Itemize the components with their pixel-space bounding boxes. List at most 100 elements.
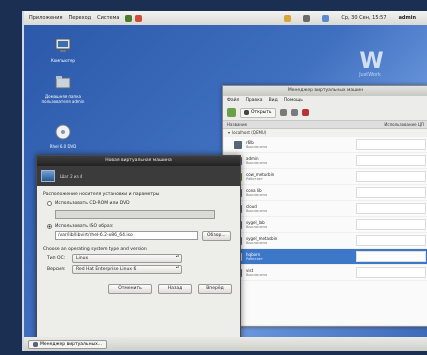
vm-row-selected[interactable]: hqborn Работает	[224, 249, 427, 265]
monitor-icon	[244, 110, 249, 115]
clock[interactable]: Ср, 30 Сен, 15:57	[341, 15, 386, 21]
chevron-down-icon[interactable]: ▾	[228, 130, 230, 135]
iso-radio[interactable]	[47, 224, 52, 229]
vm-icon	[234, 140, 242, 149]
version-select[interactable]: Red Hat Enterprise Linux 6	[72, 265, 182, 274]
vm-status: Выключена	[246, 160, 268, 165]
cpu-graph	[356, 139, 426, 150]
column-name[interactable]: Название	[227, 121, 247, 128]
pause-icon[interactable]	[290, 109, 298, 116]
cdrom-option[interactable]: Использовать CD-ROM или DVD	[43, 199, 234, 208]
version-row: Версия: Red Hat Enterprise Linux 6	[43, 265, 234, 274]
vmm-menu-edit[interactable]: Правка	[245, 96, 262, 105]
vm-row[interactable]: cow_meturbin Работает	[224, 169, 427, 185]
taskbar-button-label: Менеджер виртуальных...	[40, 341, 103, 347]
cpu-graph	[356, 219, 426, 230]
iso-option[interactable]: Использовать ISO образ:	[43, 222, 234, 231]
stop-icon[interactable]	[301, 109, 309, 116]
vmm-toolbar: Открыть	[223, 105, 427, 121]
desktop-screen: Приложения Переход Система Ср, 30 Сен, 1…	[22, 11, 427, 351]
dialog-buttons: Отменить Назад Вперёд	[43, 283, 234, 294]
desktop-icon-computer[interactable]: Компьютер	[41, 37, 85, 63]
os-type-label: Тип ОС:	[47, 256, 66, 261]
open-button[interactable]: Открыть	[240, 107, 276, 118]
cpu-graph	[356, 267, 426, 278]
os-type-row: Тип ОС: Linux	[43, 254, 234, 263]
cpu-graph	[356, 203, 426, 214]
vm-status: Выключена	[246, 192, 268, 197]
iso-option-label: Использовать ISO образ:	[55, 224, 114, 229]
vm-row[interactable]: sygel_metasbin Выключена	[224, 233, 427, 249]
logo-mark: W	[359, 49, 383, 74]
vmm-title: Менеджер виртуальных машин	[223, 86, 427, 96]
monitor-frame: Приложения Переход Система Ср, 30 Сен, 1…	[0, 0, 427, 355]
vm-row[interactable]: admin Выключена	[224, 153, 427, 169]
vm-manager-icon	[33, 341, 38, 347]
vmm-menu-view[interactable]: Вид	[269, 96, 278, 105]
vm-row[interactable]: vist Выключена	[224, 265, 427, 281]
vm-status: Работает	[246, 176, 263, 181]
update-icon[interactable]	[284, 14, 292, 22]
taskbar-button-vmm[interactable]: Менеджер виртуальных...	[28, 339, 108, 349]
menu-applications[interactable]: Приложения	[29, 15, 63, 21]
vm-row[interactable]: sygel_lab Выключена	[224, 217, 427, 233]
dialog-step: Шаг 2 из 4	[60, 173, 83, 179]
desktop-icon-dvd[interactable]: Rhel 6.0 DVD	[41, 123, 85, 149]
cpu-graph	[356, 155, 426, 166]
cdrom-option-label: Использовать CD-ROM или DVD	[55, 201, 130, 206]
version-label: Версия:	[47, 267, 66, 272]
play-icon[interactable]	[279, 109, 287, 116]
dialog-header: Шаг 2 из 4	[37, 166, 240, 186]
vm-status: Выключена	[246, 144, 268, 149]
cdrom-radio[interactable]	[47, 201, 52, 206]
vm-status: Выключена	[246, 272, 268, 277]
iso-path-row: /var/lib/libvirt/rhel-6.2-x86_64.iso Обз…	[55, 230, 234, 241]
host-name: localhost (QEMU)	[232, 130, 267, 135]
column-cpu[interactable]: Использование ЦП	[384, 121, 424, 128]
logo-text: JustWork	[359, 72, 381, 78]
back-button[interactable]: Назад	[158, 283, 192, 294]
volume-icon[interactable]	[303, 14, 311, 22]
network-icon[interactable]	[322, 14, 330, 22]
vm-row[interactable]: cloud Выключена	[224, 201, 427, 217]
distro-logo: W JustWork	[342, 49, 398, 78]
browse-button[interactable]: Обзор...	[202, 230, 231, 241]
cpu-graph	[356, 171, 426, 182]
new-vm-icon[interactable]	[227, 108, 236, 117]
vm-status: Выключена	[246, 208, 268, 213]
vm-row[interactable]: r6lb Выключена	[224, 137, 427, 153]
desktop-icon-label: Домашняя папка пользователя admin	[41, 94, 85, 104]
desktop-icon-label: Rhel 6.0 DVD	[49, 144, 77, 149]
vm-status: Выключена	[246, 224, 268, 229]
new-vm-icon	[41, 170, 55, 182]
vm-manager-window: Менеджер виртуальных машин Файл Правка В…	[222, 85, 427, 327]
user-name[interactable]: admin	[399, 15, 416, 21]
desktop-icon-label: Компьютер	[51, 58, 75, 63]
install-media-heading: Расположение носителя установки и параме…	[43, 192, 160, 197]
vm-row[interactable]: cona lib Выключена	[224, 185, 427, 201]
vmm-menu-file[interactable]: Файл	[227, 96, 239, 105]
browser-launcher-icon[interactable]	[135, 14, 143, 22]
vmm-column-header: Название Использование ЦП	[223, 121, 427, 129]
desktop-icon-home[interactable]: Домашняя папка пользователя admin	[41, 73, 85, 104]
iso-path-input[interactable]: /var/lib/libvirt/rhel-6.2-x86_64.iso	[55, 231, 198, 240]
new-vm-dialog: Новая виртуальная машина Шаг 2 из 4 Расп…	[36, 155, 241, 344]
cdrom-device-select[interactable]	[55, 210, 215, 219]
top-panel: Приложения Переход Система Ср, 30 Сен, 1…	[24, 11, 427, 25]
menu-places[interactable]: Переход	[69, 15, 92, 21]
launcher-icon[interactable]	[125, 14, 133, 22]
vmm-menu-help[interactable]: Помощь	[284, 96, 303, 105]
os-type-select[interactable]: Linux	[72, 254, 182, 263]
menu-system[interactable]: Система	[97, 15, 119, 21]
forward-button[interactable]: Вперёд	[198, 283, 232, 294]
cpu-graph	[356, 187, 426, 198]
cpu-graph	[356, 235, 426, 246]
vm-status: Выключена	[246, 240, 268, 245]
vmm-menubar: Файл Правка Вид Помощь	[223, 96, 427, 105]
host-row[interactable]: ▾ localhost (QEMU)	[224, 129, 427, 137]
cancel-button[interactable]: Отменить	[108, 283, 152, 294]
cpu-graph	[356, 251, 426, 262]
open-button-label: Открыть	[251, 110, 272, 115]
dialog-title: Новая виртуальная машина	[37, 156, 240, 166]
dialog-body: Расположение носителя установки и параме…	[37, 186, 240, 297]
